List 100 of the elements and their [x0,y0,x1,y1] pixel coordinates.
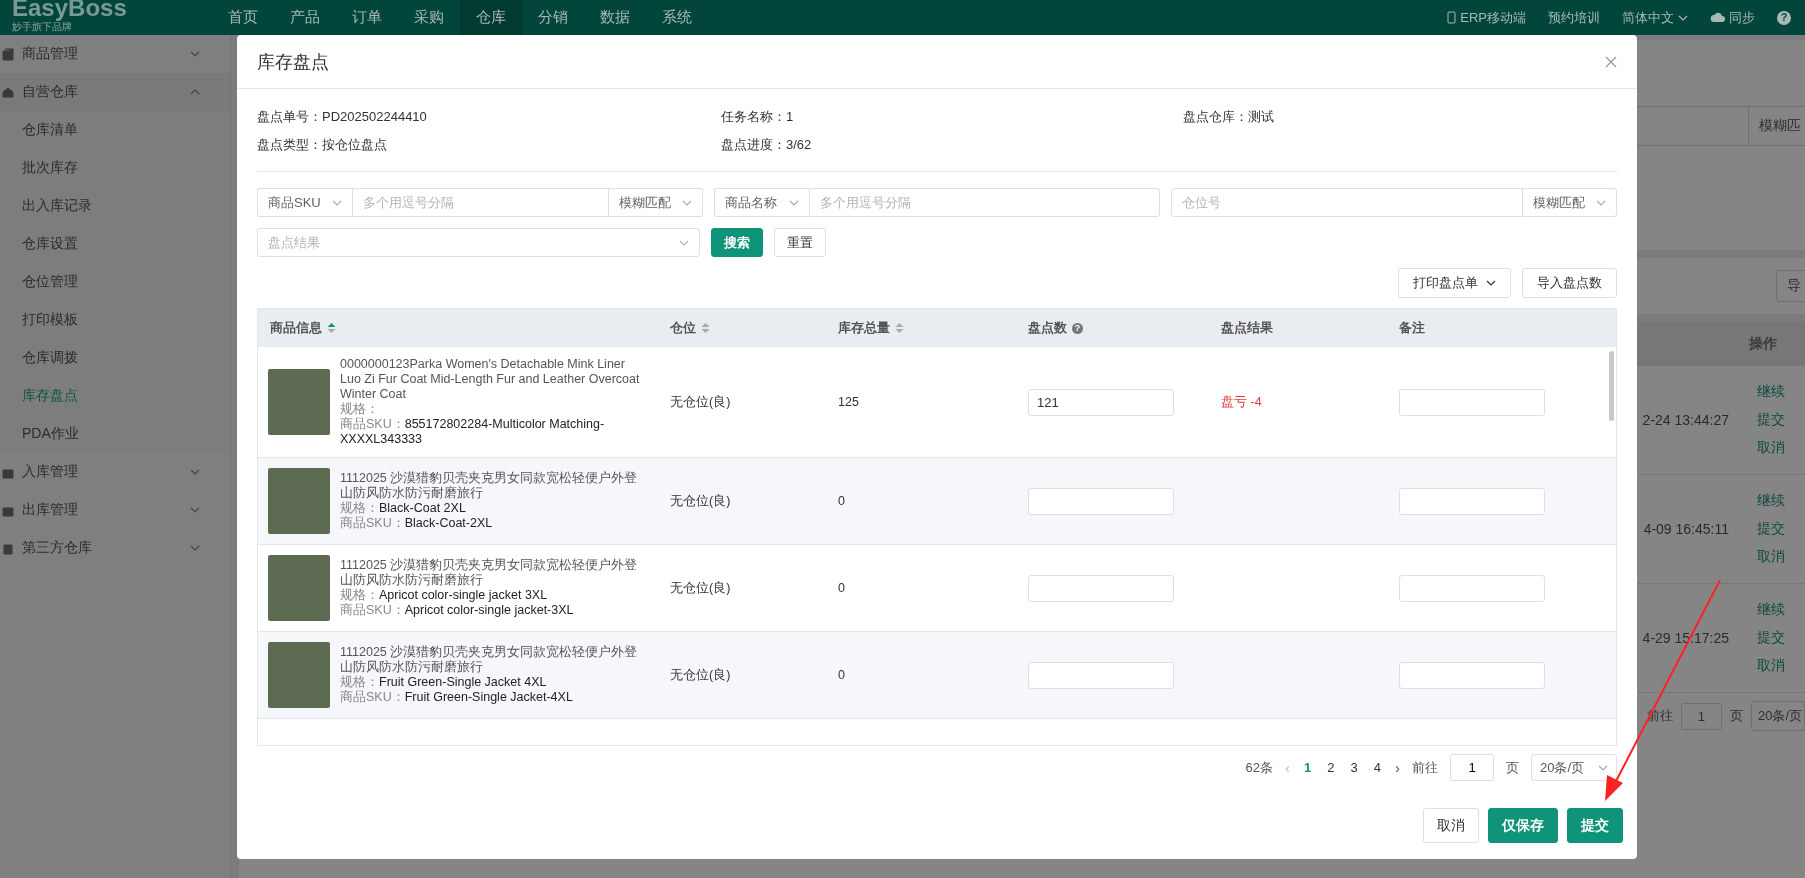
note-input[interactable] [1399,487,1545,515]
reset-button[interactable]: 重置 [774,228,826,257]
note-input[interactable] [1399,388,1545,416]
cancel-button[interactable]: 取消 [1423,808,1479,843]
print-button[interactable]: 打印盘点单 [1398,268,1511,298]
column-header[interactable]: 仓位 [670,319,696,337]
nav-item[interactable]: 采购 [398,0,460,35]
action-link[interactable]: 提交 [1757,520,1805,538]
sort-icon[interactable] [701,322,710,334]
dialog-title: 库存盘点 [257,50,329,74]
stock-total-cell: 125 [838,395,859,409]
prev-page-button[interactable]: ‹ [1285,759,1291,776]
import-button[interactable]: 导入盘点数 [1522,268,1617,298]
nav-item[interactable]: 产品 [274,0,336,35]
count-input[interactable] [1028,661,1174,689]
note-input[interactable] [1399,574,1545,602]
product-sku: 商品SKU：Fruit Green-Single Jacket-4XL [340,690,574,705]
page-size-select[interactable]: 20条/页 [1750,701,1805,731]
column-header: 备注 [1399,319,1425,337]
note-input[interactable] [1399,661,1545,689]
help-icon[interactable]: ? [1777,10,1791,25]
action-link[interactable]: 取消 [1757,657,1805,675]
action-link[interactable]: 继续 [1757,601,1805,619]
sidebar-item[interactable]: 打印模板 [0,301,230,339]
total-count: 62条 [1245,758,1274,777]
action-link[interactable]: 继续 [1757,492,1805,510]
product-title: 1112025 沙漠猎豹贝壳夹克男女同款宽松轻便户外登山防风防水防污耐磨旅行 [340,471,639,501]
chevron-icon [190,469,200,475]
sidebar-item[interactable]: PDA作业 [0,415,230,453]
action-link[interactable]: 取消 [1757,439,1805,457]
stock-total-cell: 0 [838,494,845,508]
match-select[interactable]: 模糊匹配 [609,188,703,217]
submit-button[interactable]: 提交 [1567,808,1623,843]
close-icon[interactable] [1605,55,1617,68]
sidebar-group[interactable]: 出库管理 [22,501,78,519]
nav-item[interactable]: 仓库 [460,0,522,35]
info-field: 盘点进度：3/62 [721,136,1183,154]
header-link[interactable]: 简体中文 [1622,8,1674,27]
action-link[interactable]: 继续 [1757,383,1805,401]
header-link[interactable]: 同步 [1729,8,1755,27]
nav-item[interactable]: 订单 [336,0,398,35]
sidebar-item[interactable]: 仓库设置 [0,225,230,263]
column-header[interactable]: 商品信息 [270,319,322,337]
page-unit: 页 [1729,707,1743,725]
help-icon[interactable]: ? [1072,322,1083,334]
product-sku: 商品SKU：855172802284-Multicolor Matching-XXXXL343333 [340,417,606,447]
sidebar-item[interactable]: 仓库调拨 [0,339,230,377]
name-type-select[interactable]: 商品名称 [714,188,809,217]
next-page-button[interactable]: › [1395,759,1400,776]
action-link[interactable]: 提交 [1757,411,1805,429]
sidebar-group[interactable]: 商品管理 [22,45,78,63]
chevron-icon [190,545,200,551]
action-link[interactable]: 提交 [1757,629,1805,647]
column-header[interactable]: 库存总量 [838,319,890,337]
page-input[interactable]: 1 [1450,754,1494,781]
nav-item[interactable]: 首页 [212,0,274,35]
sidebar-item[interactable]: 出入库记录 [0,187,230,225]
action-link[interactable]: 取消 [1757,548,1805,566]
chevron-icon [682,199,692,206]
sidebar-group[interactable]: 自营仓库 [22,83,78,101]
result-select[interactable]: 盘点结果 [257,228,700,257]
page-input[interactable]: 1 [1680,702,1722,730]
sidebar-item[interactable]: 仓位管理 [0,263,230,301]
sort-icon[interactable] [895,322,904,334]
photo-placeholder [268,555,330,621]
count-input[interactable]: 121 [1028,388,1174,416]
page-number[interactable]: 2 [1325,760,1337,775]
page-number[interactable]: 4 [1371,760,1383,775]
product-spec: 规格：Black-Coat 2XL [340,501,467,516]
sidebar-group[interactable]: 入库管理 [22,463,78,481]
sort-icon[interactable] [327,322,336,334]
sku-type-select[interactable]: 商品SKU [257,188,352,217]
sku-input[interactable]: 多个用逗号分隔 [352,188,609,217]
save-button[interactable]: 仅保存 [1488,808,1558,843]
search-button[interactable]: 搜索 [711,228,763,257]
sidebar-item[interactable]: 批次库存 [0,149,230,187]
chevron-icon [1486,280,1496,286]
match-select[interactable]: 模糊匹配 [1523,188,1617,217]
location-cell: 无仓位(良) [670,667,731,682]
column-header: 操作 [1749,335,1777,353]
header-link[interactable]: 预约培训 [1548,8,1600,27]
stock-total-cell: 0 [838,668,845,682]
sidebar-item[interactable]: 仓库清单 [0,111,230,149]
nav-item[interactable]: 数据 [584,0,646,35]
info-field: 任务名称：1 [721,108,1183,126]
page-number[interactable]: 3 [1348,760,1360,775]
sidebar-group[interactable]: 第三方仓库 [22,539,92,557]
sidebar-item[interactable]: 库存盘点 [0,377,230,415]
nav-item[interactable]: 系统 [646,0,708,35]
page-number[interactable]: 1 [1302,760,1314,775]
name-input[interactable]: 多个用逗号分隔 [809,188,1160,217]
product-sku: 商品SKU：Black-Coat-2XL [340,516,494,531]
header-link[interactable]: ERP移动端 [1460,8,1526,27]
count-input[interactable] [1028,574,1174,602]
nav-item[interactable]: 分销 [522,0,584,35]
count-input[interactable] [1028,487,1174,515]
package-icon [2,541,14,555]
scrollbar[interactable] [1609,351,1614,421]
location-input[interactable]: 仓位号 [1171,188,1523,217]
export-button[interactable]: 导 [1776,270,1805,302]
